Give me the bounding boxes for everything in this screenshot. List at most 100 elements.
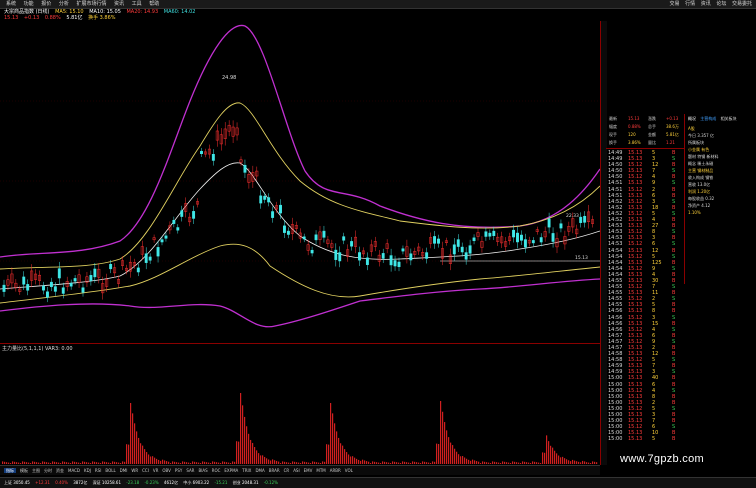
f10-tab-overview[interactable]: 概况	[688, 116, 696, 121]
f10-line: 净资产 4.12	[688, 203, 711, 208]
volume-bar	[390, 463, 392, 464]
menu-item-extended-market[interactable]: 扩展市场行情	[76, 0, 106, 8]
candlestick-chart[interactable]: 24.98 22.33 15.13	[0, 21, 600, 343]
volume-bar	[4, 461, 6, 464]
volume-bar	[344, 449, 346, 464]
candle-body	[53, 286, 57, 292]
menu-right-quote[interactable]: 行情	[685, 0, 695, 8]
indicator-tab[interactable]: MACD	[68, 468, 80, 473]
menu-item-analysis[interactable]: 分析	[59, 0, 69, 8]
volume-bar	[104, 461, 106, 464]
volume-bar	[338, 437, 340, 464]
candle-body	[42, 285, 45, 291]
candle-body	[464, 252, 468, 260]
volume-bar	[460, 456, 462, 464]
menu-right-forum[interactable]: 论坛	[716, 0, 726, 8]
volume-bar	[172, 461, 174, 464]
indicator-tab[interactable]: EXPMA	[224, 468, 238, 473]
volume-bar	[8, 462, 10, 464]
indicator-tab[interactable]: PSY	[175, 468, 182, 473]
indicator-tab[interactable]: ASI	[293, 468, 299, 473]
volume-bar	[340, 443, 342, 464]
menu-right-trade[interactable]: 交易	[670, 0, 680, 8]
volume-bar	[214, 461, 216, 464]
candle-body	[539, 237, 543, 243]
indicator-tab[interactable]: BIAS	[198, 468, 207, 473]
volume-bar	[300, 463, 302, 464]
menu-item-quote[interactable]: 报价	[41, 0, 51, 8]
f10-tab-business[interactable]: 主营构成	[700, 116, 716, 121]
candle-body	[425, 252, 429, 259]
volume-bar	[512, 461, 514, 464]
volume-bar	[496, 462, 498, 464]
volume-bar	[64, 461, 66, 464]
indicator-tab[interactable]: EMV	[304, 468, 313, 473]
indicator-tab[interactable]: OBV	[162, 468, 171, 473]
volume-bar	[562, 456, 564, 464]
volume-bar	[90, 463, 92, 464]
indicator-tab[interactable]: RSI	[95, 468, 102, 473]
indicator-tab[interactable]: 资金	[56, 468, 64, 473]
indicator-tab[interactable]: 模板	[20, 468, 28, 473]
indicator-tab[interactable]: VOL	[345, 468, 353, 473]
candle-body	[89, 275, 93, 282]
candles-group	[2, 120, 594, 303]
indicator-tab[interactable]: MTM	[316, 468, 325, 473]
menu-item-help[interactable]: 帮助	[149, 0, 159, 8]
volume-histogram[interactable]	[0, 343, 600, 466]
volume-bar	[580, 462, 582, 464]
volume-bar	[200, 463, 202, 464]
candle-body	[547, 218, 551, 228]
indicator-tab[interactable]: KDJ	[84, 468, 91, 473]
f10-line: 所属板块	[688, 140, 704, 145]
menu-right-news[interactable]: 资讯	[701, 0, 711, 8]
candle-body	[160, 239, 164, 243]
indicator-tabs: 指标 模板 主图 分时 资金 MACD KDJ RSI BOLL DMI WR CCI VR OBV PSY…	[0, 465, 600, 475]
menu-item-function[interactable]: 功能	[24, 0, 34, 8]
indicator-tab[interactable]: BRAR	[269, 468, 280, 473]
candle-body	[49, 281, 53, 288]
volume-bar	[482, 461, 484, 464]
indicator-tab[interactable]: DMI	[120, 468, 128, 473]
f10-tab-sectors[interactable]: 相关板块	[721, 116, 737, 121]
indicator-tab[interactable]: 指标	[4, 468, 16, 473]
indicator-tab[interactable]: ARBR	[330, 468, 341, 473]
volume-bar	[274, 460, 276, 464]
quote-key-6: 换手	[609, 140, 617, 145]
quote-key-2: 幅度	[609, 124, 617, 129]
volume-bar	[52, 461, 54, 464]
indicator-tab[interactable]: WR	[131, 468, 138, 473]
volume-bar	[120, 463, 122, 464]
volume-bar	[410, 463, 412, 464]
indicator-tab[interactable]: 分时	[44, 468, 52, 473]
indicator-tab[interactable]: CR	[284, 468, 290, 473]
menu-item-news[interactable]: 资讯	[114, 0, 124, 8]
menu-item-tools[interactable]: 工具	[132, 0, 142, 8]
menu-item-system[interactable]: 系统	[6, 0, 16, 8]
ma-middle-line	[0, 162, 600, 290]
volume-bar	[358, 459, 360, 464]
menu-right-order[interactable]: 交易委托	[732, 0, 752, 8]
volume-bar	[86, 462, 88, 464]
indicator-tab[interactable]: SAR	[186, 468, 194, 473]
indicator-tab[interactable]: CCI	[142, 468, 149, 473]
volume-bar	[584, 461, 586, 464]
quote-key-5: 金额	[648, 132, 656, 137]
indicator-tab[interactable]: TRIX	[242, 468, 251, 473]
volume-bar	[544, 452, 546, 464]
indicator-tab[interactable]: DMA	[255, 468, 264, 473]
indicator-tab[interactable]: 主图	[32, 468, 40, 473]
volume-bar	[526, 462, 528, 464]
indicator-tab[interactable]: VR	[153, 468, 159, 473]
candle-body	[176, 227, 180, 231]
volume-bar	[190, 463, 192, 464]
volume-bar	[224, 461, 226, 464]
volume-bar	[336, 431, 338, 464]
volume-bar	[304, 461, 306, 464]
indicator-tab[interactable]: BOLL	[105, 468, 115, 473]
tick-list[interactable]: 14:49 15.13 5 B 14:49 15.13 3 S 14:50 15.12 12 B 14:…	[606, 150, 684, 443]
indicator-tab[interactable]: ROC	[212, 468, 221, 473]
volume-bar	[144, 449, 146, 464]
volume-bar	[88, 462, 90, 464]
candle-body	[164, 235, 168, 239]
